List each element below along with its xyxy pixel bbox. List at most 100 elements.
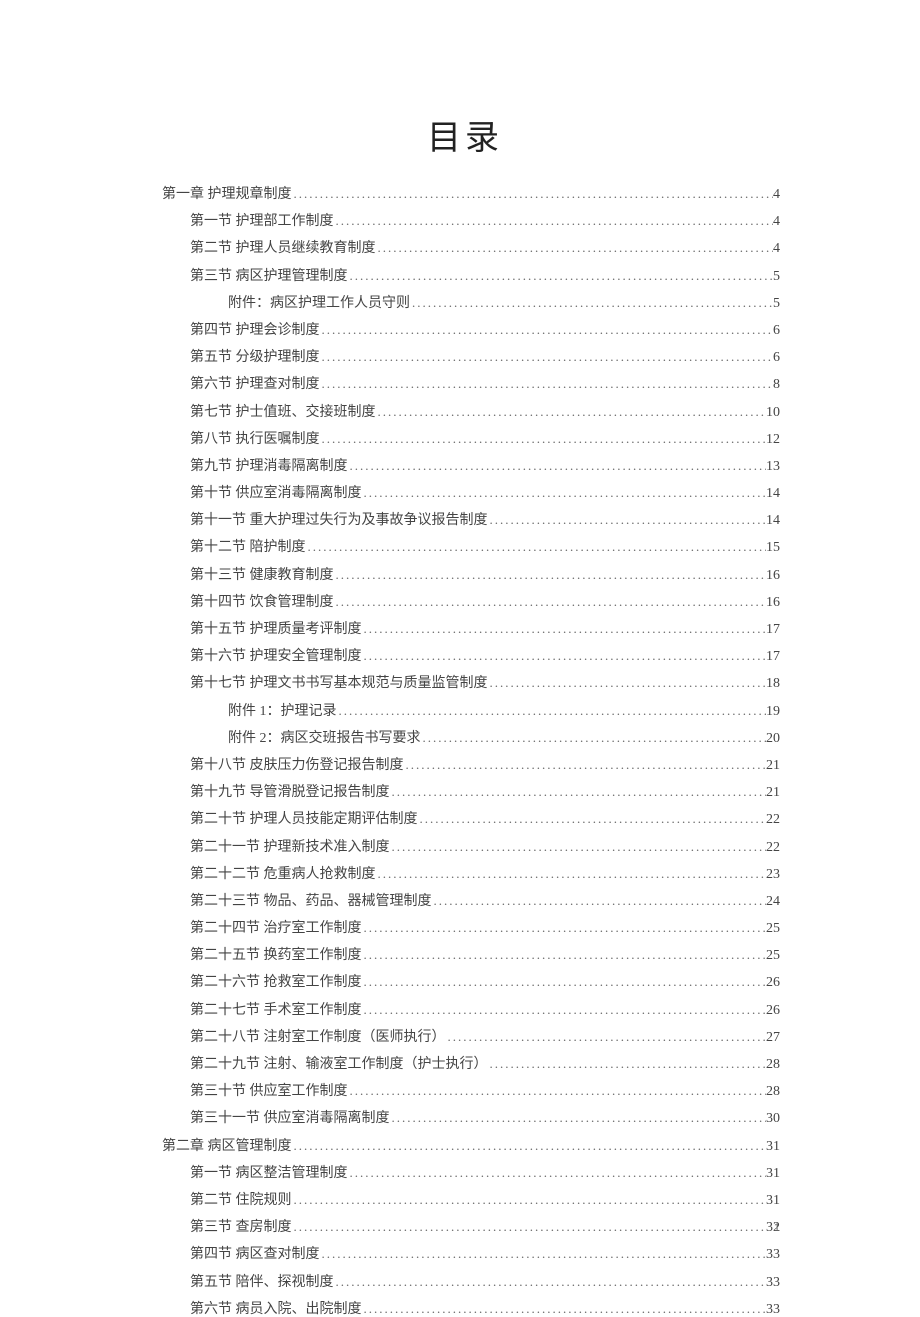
toc-entry[interactable]: 附件 1：护理记录19 [228, 704, 780, 719]
toc-entry-page: 16 [766, 569, 780, 583]
toc-entry[interactable]: 第六节 病员入院、出院制度 33 [190, 1302, 780, 1317]
toc-leader-dots [362, 1003, 767, 1016]
toc-entry-page: 5 [773, 297, 780, 311]
toc-entry-label: 第二十二节 危重病人抢救制度 [190, 868, 376, 882]
toc-entry[interactable]: 第十八节 皮肤压力伤登记报告制度21 [190, 758, 780, 773]
toc-entry[interactable]: 第二十八节 注射室工作制度（医师执行）27 [190, 1030, 780, 1045]
toc-entry[interactable]: 第一节 护理部工作制度4 [190, 214, 780, 229]
toc-leader-dots [362, 486, 767, 499]
toc-entry[interactable]: 第二节 住院规则 31 [190, 1193, 780, 1208]
toc-leader-dots [320, 350, 774, 363]
toc-entry-label: 第四节 护理会诊制度 [190, 324, 320, 338]
toc-leader-dots [292, 1220, 767, 1233]
toc-entry[interactable]: 第九节 护理消毒隔离制度 13 [190, 459, 780, 474]
toc-entry-page: 22 [766, 841, 780, 855]
toc-entry-label: 第十一节 重大护理过失行为及事故争议报告制度 [190, 514, 488, 528]
toc-entry[interactable]: 第十五节 护理质量考评制度17 [190, 622, 780, 637]
toc-leader-dots [362, 622, 767, 635]
toc-leader-dots [376, 867, 767, 880]
toc-entry-page: 33 [766, 1276, 780, 1290]
toc-entry-label: 第二节 住院规则 [190, 1194, 292, 1208]
toc-entry[interactable]: 第二十五节 换药室工作制度25 [190, 948, 780, 963]
toc-entry-label: 附件 2：病区交班报告书写要求 [228, 732, 421, 746]
toc-entry-page: 14 [766, 487, 780, 501]
toc-leader-dots [432, 894, 767, 907]
toc-leader-dots [334, 568, 767, 581]
toc-leader-dots [292, 1193, 767, 1206]
toc-entry-page: 6 [773, 351, 780, 365]
toc-entry-page: 22 [766, 813, 780, 827]
toc-entry[interactable]: 第三十一节 供应室消毒隔离制度30 [190, 1111, 780, 1126]
toc-entry[interactable]: 第七节 护士值班、交接班制度10 [190, 405, 780, 420]
toc-leader-dots [488, 513, 767, 526]
toc-entry[interactable]: 第十七节 护理文书书写基本规范与质量监管制度18 [190, 676, 780, 691]
toc-entry[interactable]: 第二十二节 危重病人抢救制度23 [190, 867, 780, 882]
toc-entry[interactable]: 第二十一节 护理新技术准入制度22 [190, 840, 780, 855]
toc-entry-page: 24 [766, 895, 780, 909]
toc-entry-label: 第二十节 护理人员技能定期评估制度 [190, 813, 418, 827]
toc-entry[interactable]: 第五节 分级护理制度 6 [190, 350, 780, 365]
toc-entry-label: 第二十四节 治疗室工作制度 [190, 922, 362, 936]
toc-entry[interactable]: 第三节 病区护理管理制度5 [190, 269, 780, 284]
toc-leader-dots [404, 758, 767, 771]
toc-entry[interactable]: 第二十四节 治疗室工作制度25 [190, 921, 780, 936]
toc-entry-label: 第二十六节 抢救室工作制度 [190, 976, 362, 990]
toc-entry[interactable]: 第四节 护理会诊制度6 [190, 323, 780, 338]
toc-entry-label: 第三十一节 供应室消毒隔离制度 [190, 1112, 390, 1126]
toc-entry-label: 第六节 病员入院、出院制度 [190, 1303, 362, 1317]
toc-entry[interactable]: 第三十节 供应室工作制度28 [190, 1084, 780, 1099]
toc-entry-label: 第十三节 健康教育制度 [190, 569, 334, 583]
toc-entry-page: 5 [773, 270, 780, 284]
toc-entry[interactable]: 第十三节 健康教育制度 16 [190, 568, 780, 583]
toc-entry[interactable]: 第十一节 重大护理过失行为及事故争议报告制度 14 [190, 513, 780, 528]
toc-entry[interactable]: 附件 2：病区交班报告书写要求20 [228, 731, 780, 746]
toc-entry[interactable]: 第一章 护理规章制度 4 [162, 187, 780, 202]
toc-entry[interactable]: 附件：病区护理工作人员守则5 [228, 296, 780, 311]
toc-leader-dots [362, 1302, 767, 1315]
toc-entry-page: 4 [773, 215, 780, 229]
toc-entry-label: 第九节 护理消毒隔离制度 [190, 460, 348, 474]
toc-leader-dots [334, 214, 774, 227]
toc-entry[interactable]: 第二十七节 手术室工作制度26 [190, 1003, 780, 1018]
toc-entry[interactable]: 第十二节 陪护制度15 [190, 540, 780, 555]
toc-entry-page: 31 [766, 1140, 780, 1154]
toc-entry-page: 14 [766, 514, 780, 528]
toc-leader-dots [418, 812, 767, 825]
toc-entry[interactable]: 第十节 供应室消毒隔离制度14 [190, 486, 780, 501]
toc-entry[interactable]: 第四节 病区查对制度33 [190, 1247, 780, 1262]
toc-entry[interactable]: 第二十九节 注射、输液室工作制度（护士执行）28 [190, 1057, 780, 1072]
toc-leader-dots [348, 459, 767, 472]
toc-entry[interactable]: 第一节 病区整洁管理制度31 [190, 1166, 780, 1181]
toc-entry-page: 21 [766, 786, 780, 800]
toc-entry-label: 第五节 分级护理制度 [190, 351, 320, 365]
toc-entry[interactable]: 第二节 护理人员继续教育制度4 [190, 241, 780, 256]
toc-entry[interactable]: 第十九节 导管滑脱登记报告制度21 [190, 785, 780, 800]
toc-leader-dots [320, 1247, 767, 1260]
toc-entry[interactable]: 第十六节 护理安全管理制度17 [190, 649, 780, 664]
toc-entry-page: 31 [766, 1194, 780, 1208]
toc-entry[interactable]: 第二十节 护理人员技能定期评估制度 22 [190, 812, 780, 827]
toc-leader-dots [334, 595, 767, 608]
toc-entry[interactable]: 第三节 查房制度32 [190, 1220, 780, 1235]
toc-entry[interactable]: 第十四节 饮食管理制度16 [190, 595, 780, 610]
toc-entry[interactable]: 第八节 执行医嘱制度12 [190, 432, 780, 447]
toc-entry-label: 第四节 病区查对制度 [190, 1248, 320, 1262]
toc-leader-dots [348, 269, 774, 282]
toc-entry-page: 17 [766, 623, 780, 637]
toc-leader-dots [390, 840, 767, 853]
toc-entry-page: 33 [766, 1303, 780, 1317]
toc-entry-label: 第七节 护士值班、交接班制度 [190, 406, 376, 420]
toc-entry-label: 第十四节 饮食管理制度 [190, 596, 334, 610]
toc-entry[interactable]: 第二十三节 物品、药品、器械管理制度 24 [190, 894, 780, 909]
toc-entry[interactable]: 第五节 陪伴、探视制度33 [190, 1275, 780, 1290]
toc-leader-dots [306, 540, 767, 553]
toc-leader-dots [421, 731, 767, 744]
toc-entry[interactable]: 第二十六节 抢救室工作制度26 [190, 975, 780, 990]
toc-entry-label: 第二十三节 物品、药品、器械管理制度 [190, 895, 432, 909]
toc-entry-page: 13 [766, 460, 780, 474]
toc-entry-label: 第一章 护理规章制度 [162, 188, 292, 202]
toc-entry[interactable]: 第六节 护理查对制度8 [190, 377, 780, 392]
toc-entry-page: 4 [773, 188, 780, 202]
toc-entry-page: 15 [766, 541, 780, 555]
toc-entry[interactable]: 第二章 病区管理制度31 [162, 1139, 780, 1154]
